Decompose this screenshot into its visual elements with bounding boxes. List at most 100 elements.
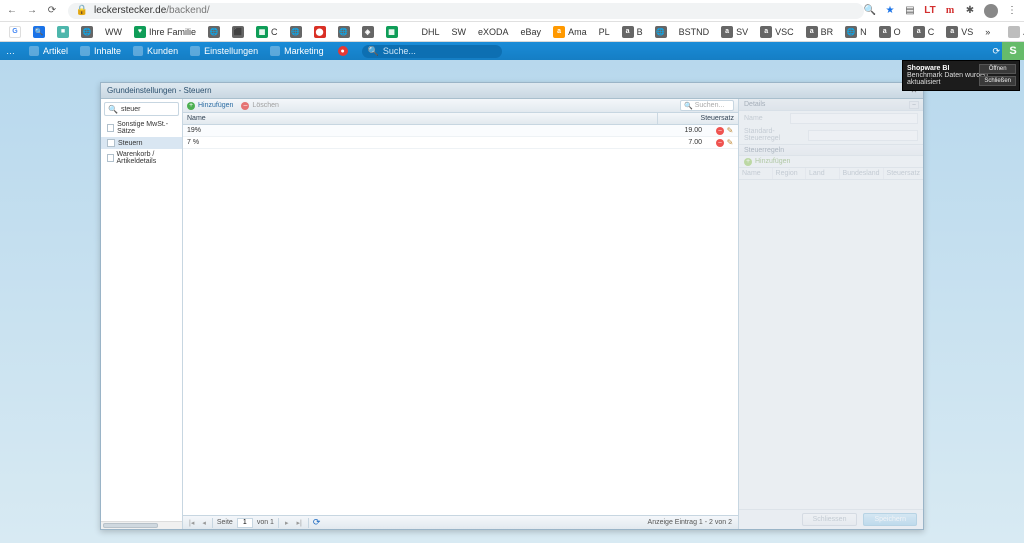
- menu-icon: [80, 46, 90, 56]
- menu-icon: [270, 46, 280, 56]
- menu-inhalte[interactable]: Inhalte: [74, 46, 127, 56]
- detail-name-input[interactable]: [790, 113, 918, 124]
- bookmark-item[interactable]: WW: [102, 27, 125, 37]
- menu-einstellungen[interactable]: Einstellungen: [184, 46, 264, 56]
- bookmark-item[interactable]: 🔍: [30, 26, 48, 38]
- avatar-icon[interactable]: [984, 4, 998, 18]
- bookmark-item[interactable]: ♥Ihre Familie: [131, 26, 199, 38]
- extensions-icon[interactable]: ✱: [964, 5, 976, 17]
- address-bar[interactable]: 🔒 leckerstecker.de/backend/: [68, 3, 864, 19]
- bookmark-item[interactable]: ■: [54, 26, 72, 38]
- bookmark-item[interactable]: »: [982, 27, 993, 37]
- bookmark-item[interactable]: ▦: [383, 26, 401, 38]
- bookmark-item[interactable]: SW: [449, 27, 470, 37]
- delete-button[interactable]: –Löschen: [241, 102, 278, 110]
- rule-col[interactable]: Bundesland: [840, 168, 884, 179]
- bookmark-item[interactable]: eXODA: [475, 27, 512, 37]
- shopware-search[interactable]: 🔍Suche...: [362, 45, 502, 58]
- pager-next[interactable]: ▸: [283, 519, 291, 527]
- bookmark-item[interactable]: aAma: [550, 26, 590, 38]
- pager-refresh-icon[interactable]: ⟳: [313, 517, 321, 528]
- tree-search[interactable]: 🔍 steuer: [104, 102, 179, 116]
- bookmark-item[interactable]: 🌐: [652, 26, 670, 38]
- bookmark-item[interactable]: DHL: [419, 27, 443, 37]
- bookmark-item[interactable]: 🌐: [78, 26, 96, 38]
- bookmark-item[interactable]: eBay: [518, 27, 545, 37]
- reload-backend-icon[interactable]: ⟳: [992, 42, 1000, 60]
- menu-marketing[interactable]: Marketing: [264, 46, 330, 56]
- detail-desc-input[interactable]: [808, 130, 918, 141]
- pager-input[interactable]: [237, 518, 253, 528]
- bookmark-item[interactable]: aVSC: [757, 26, 797, 38]
- shopware-logo[interactable]: S: [1002, 42, 1024, 60]
- notification-badge[interactable]: ●: [338, 46, 348, 56]
- rule-col[interactable]: Steuersatz: [884, 168, 923, 179]
- detail-save-button[interactable]: Speichern: [863, 513, 917, 526]
- bookmark-icon: a: [760, 26, 772, 38]
- menu-kunden[interactable]: Kunden: [127, 46, 184, 56]
- rule-col[interactable]: Name: [739, 168, 773, 179]
- bookmark-item[interactable]: aO: [876, 26, 904, 38]
- bookmark-item[interactable]: aVS: [943, 26, 976, 38]
- window-titlebar[interactable]: Grundeinstellungen - Steuern ✕: [101, 83, 923, 99]
- reload-icon[interactable]: ⟳: [46, 5, 58, 17]
- detail-close-button[interactable]: Schliessen: [802, 513, 858, 526]
- bookmark-icon: 🔍: [33, 26, 45, 38]
- bookmark-item[interactable]: 🌐: [205, 26, 223, 38]
- menu-artikel[interactable]: Artikel: [23, 46, 74, 56]
- bookmark-item[interactable]: G: [6, 26, 24, 38]
- minus-icon: –: [241, 102, 249, 110]
- window-title: Grundeinstellungen - Steuern: [107, 86, 212, 95]
- bookmark-item[interactable]: ◈: [359, 26, 377, 38]
- ext-lt-icon[interactable]: LT: [924, 5, 936, 17]
- bookmark-item[interactable]: ⬤: [311, 26, 329, 38]
- back-icon[interactable]: ←: [6, 5, 18, 17]
- detail-name-label: Name: [744, 115, 786, 122]
- add-button[interactable]: +Hinzufügen: [187, 102, 233, 110]
- tree-item[interactable]: Sonstige MwSt.-Sätze: [101, 119, 182, 137]
- bookmark-item[interactable]: 🌐: [335, 26, 353, 38]
- bookmark-item[interactable]: PL: [596, 27, 613, 37]
- zoom-icon[interactable]: 🔍: [864, 5, 876, 17]
- bookmark-item[interactable]: 🌐N: [842, 26, 870, 38]
- bookmark-item[interactable]: aC: [910, 26, 938, 38]
- col-name[interactable]: Name: [183, 113, 658, 124]
- pager-last[interactable]: ▸|: [294, 519, 303, 527]
- rule-col[interactable]: Region: [773, 168, 807, 179]
- bookmark-item[interactable]: ⬛: [229, 26, 247, 38]
- star-icon[interactable]: ★: [884, 5, 896, 17]
- table-row[interactable]: 19%19.00–✎: [183, 125, 738, 137]
- ext1-icon[interactable]: ▤: [904, 5, 916, 17]
- table-row[interactable]: 7 %7.00–✎: [183, 137, 738, 149]
- rules-add-button[interactable]: Hinzufügen: [755, 158, 790, 165]
- tree-item[interactable]: Steuern: [101, 137, 182, 149]
- rule-col[interactable]: Land: [806, 168, 840, 179]
- bookmark-icon: 🌐: [290, 26, 302, 38]
- row-edit-icon[interactable]: ✎: [726, 127, 734, 135]
- collapse-icon[interactable]: –: [909, 101, 919, 109]
- bookmark-icon: ▦: [256, 26, 268, 38]
- row-edit-icon[interactable]: ✎: [726, 139, 734, 147]
- bookmark-item[interactable]: aBR: [803, 26, 837, 38]
- toast-open-button[interactable]: Öffnen: [979, 64, 1016, 74]
- forward-icon[interactable]: →: [26, 5, 38, 17]
- bookmark-item[interactable]: BSTND: [676, 27, 713, 37]
- ext-m-icon[interactable]: m: [944, 5, 956, 17]
- menu-icon: [133, 46, 143, 56]
- bookmark-item[interactable]: 🌐: [287, 26, 305, 38]
- chrome-menu-icon[interactable]: ⋮: [1006, 5, 1018, 17]
- bookmark-item[interactable]: ▦C: [253, 26, 281, 38]
- grid-search[interactable]: 🔍Suchen...: [680, 100, 734, 111]
- tree-scrollbar[interactable]: [101, 521, 182, 529]
- row-delete-icon[interactable]: –: [716, 127, 724, 135]
- tree-item[interactable]: Warenkorb / Artikeldetails: [101, 149, 182, 167]
- pager-prev[interactable]: ◂: [200, 519, 208, 527]
- pager-first[interactable]: |◂: [187, 519, 196, 527]
- search-icon: 🔍: [368, 46, 379, 57]
- bookmark-other[interactable]: Andere Lesezeichen: [1005, 26, 1024, 38]
- col-rate[interactable]: Steuersatz: [658, 113, 738, 124]
- row-delete-icon[interactable]: –: [716, 139, 724, 147]
- toast-close-button[interactable]: Schließen: [979, 76, 1016, 86]
- bookmark-item[interactable]: aB: [619, 26, 646, 38]
- bookmark-item[interactable]: aSV: [718, 26, 751, 38]
